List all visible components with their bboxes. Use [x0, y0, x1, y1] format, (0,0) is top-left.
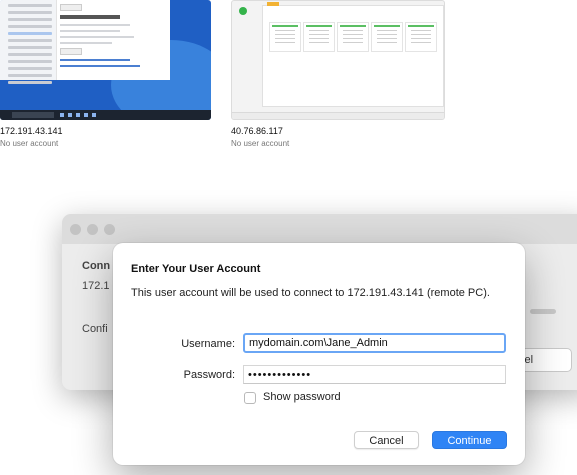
cancel-button[interactable]: Cancel: [354, 431, 419, 449]
continue-button[interactable]: Continue: [432, 431, 507, 449]
minimize-window-icon[interactable]: [87, 224, 98, 235]
zoom-window-icon[interactable]: [104, 224, 115, 235]
online-status-dot: [239, 7, 247, 15]
username-label: Username:: [181, 338, 235, 350]
close-window-icon[interactable]: [70, 224, 81, 235]
remote-pc-thumbnail-1[interactable]: [0, 0, 211, 120]
settings-sidebar-preview: [0, 0, 57, 84]
settings-window-preview: [0, 0, 170, 84]
settings-content-preview: [60, 4, 168, 67]
password-field[interactable]: [243, 365, 506, 384]
dialog-title: Enter Your User Account: [131, 263, 261, 275]
connection-status: Confi: [82, 323, 108, 335]
connection-ip: 172.1: [82, 280, 110, 292]
computer-account-status: No user account: [231, 139, 290, 148]
password-label: Password:: [183, 369, 235, 381]
show-password-label[interactable]: Show password: [263, 391, 341, 403]
taskbar-preview: [232, 112, 444, 119]
show-password-checkbox[interactable]: [244, 392, 256, 404]
username-field[interactable]: [243, 333, 506, 353]
user-account-dialog: Enter Your User Account This user accoun…: [113, 243, 525, 465]
dashboard-window-preview: [262, 2, 444, 107]
dialog-message: This user account will be used to connec…: [131, 287, 490, 299]
taskbar-preview: [0, 110, 211, 120]
computer-ip-label: 172.191.43.141: [0, 126, 63, 136]
remote-pc-thumbnail-2[interactable]: [231, 0, 445, 120]
taskbar-search-preview: [12, 112, 54, 118]
window-titlebar: [62, 214, 577, 244]
computer-ip-label: 40.76.86.117: [231, 126, 283, 136]
connection-title: Conn: [82, 260, 111, 272]
connection-progress-bar: [530, 309, 556, 314]
computer-account-status: No user account: [0, 139, 59, 148]
